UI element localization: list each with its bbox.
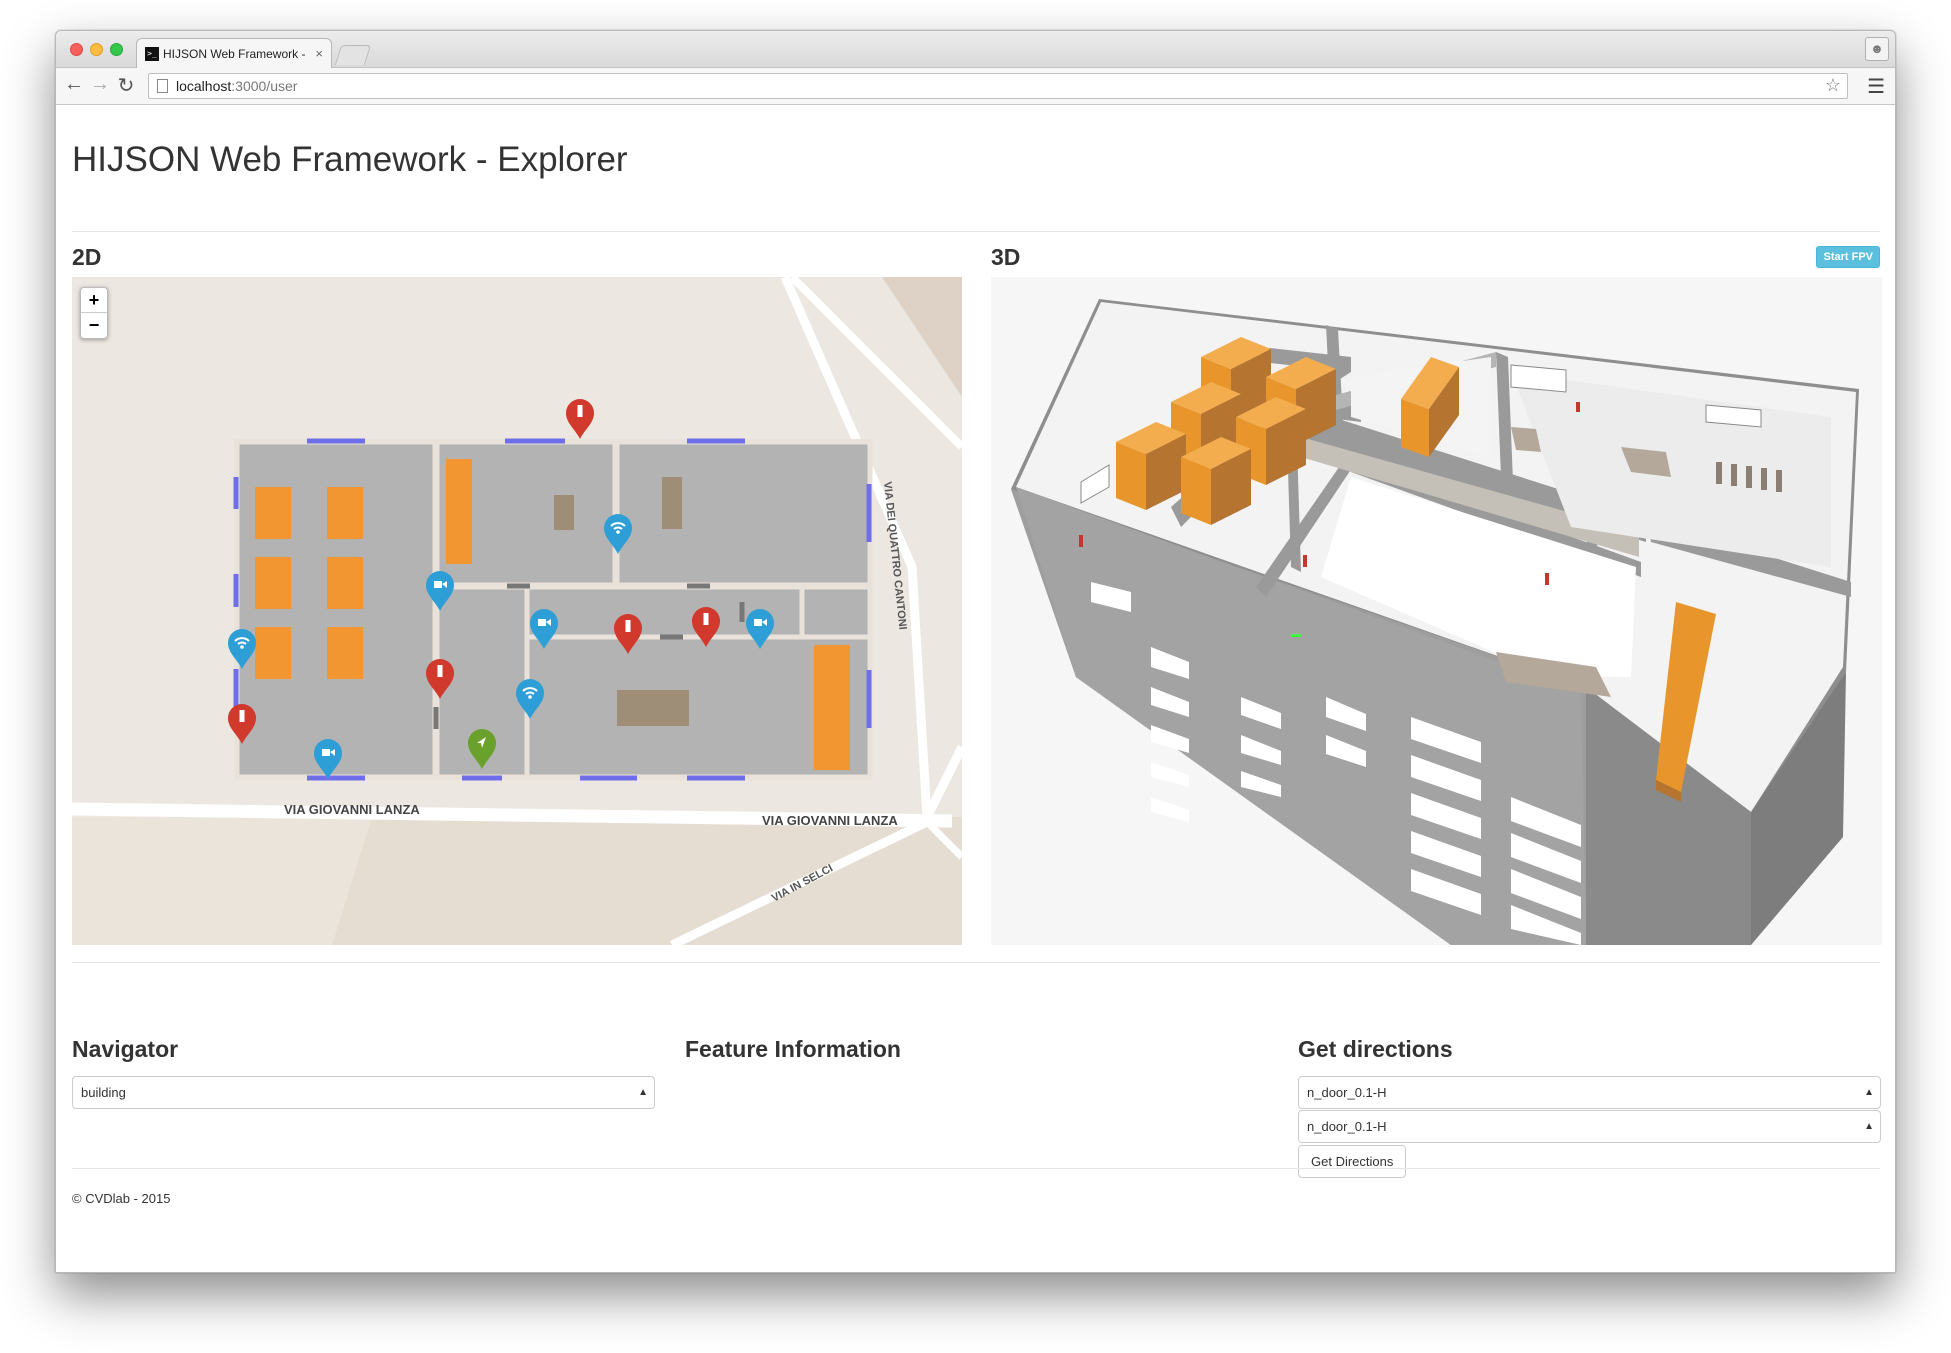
reload-icon[interactable]: ↻ bbox=[114, 73, 138, 98]
terminal-favicon-icon: >_ bbox=[145, 46, 159, 61]
user-position-3d bbox=[1291, 634, 1301, 637]
section-3d-heading: 3D bbox=[991, 244, 1021, 270]
hamburger-menu-icon[interactable]: ☰ bbox=[1867, 74, 1885, 99]
page-icon bbox=[157, 79, 168, 93]
footer-text: © CVDlab - 2015 bbox=[72, 1191, 171, 1206]
tab-title: HIJSON Web Framework - bbox=[163, 46, 306, 61]
close-window-button[interactable] bbox=[70, 43, 83, 56]
navigator-selected-value: building bbox=[81, 1085, 126, 1100]
minimize-window-button[interactable] bbox=[90, 43, 103, 56]
zoom-out-button[interactable]: − bbox=[81, 313, 107, 338]
feature-information-heading: Feature Information bbox=[685, 1036, 901, 1062]
bookmark-star-icon[interactable]: ☆ bbox=[1825, 75, 1841, 96]
get-directions-button[interactable]: Get Directions bbox=[1298, 1145, 1407, 1178]
back-arrow-icon[interactable]: ← bbox=[62, 73, 86, 96]
room[interactable] bbox=[614, 439, 873, 588]
view-3d-canvas[interactable] bbox=[991, 277, 1882, 945]
directions-from-value: n_door_0.1-H bbox=[1307, 1085, 1387, 1100]
divider bbox=[72, 231, 1880, 232]
directions-to-value: n_door_0.1-H bbox=[1307, 1119, 1387, 1134]
url-path: :3000/user bbox=[231, 78, 298, 94]
select-arrows-icon: ▲ bbox=[1864, 1087, 1874, 1098]
page-content: HIJSON Web Framework - Explorer 2D 3D St… bbox=[56, 106, 1895, 1272]
navigator-heading: Navigator bbox=[72, 1036, 179, 1062]
map-land-area bbox=[302, 817, 962, 945]
room[interactable] bbox=[799, 584, 873, 640]
address-bar[interactable]: localhost:3000/user ☆ bbox=[148, 73, 1848, 99]
map-zoom-control: + − bbox=[80, 287, 108, 339]
start-fpv-button[interactable]: Start FPV bbox=[1816, 246, 1880, 268]
select-arrows-icon: ▲ bbox=[1864, 1121, 1874, 1132]
map-land-area bbox=[792, 277, 962, 397]
get-directions-heading: Get directions bbox=[1298, 1036, 1453, 1062]
view-3d[interactable] bbox=[991, 277, 1882, 945]
select-arrows-icon: ▲ bbox=[638, 1087, 648, 1098]
tab-close-icon[interactable]: × bbox=[315, 46, 323, 61]
browser-tab[interactable]: >_ HIJSON Web Framework - × bbox=[136, 38, 332, 68]
browser-window: >_ HIJSON Web Framework - × ☻ ← → ↻ loca… bbox=[55, 30, 1896, 1273]
street-road bbox=[922, 744, 962, 820]
title-bar: >_ HIJSON Web Framework - × ☻ bbox=[56, 31, 1895, 68]
browser-toolbar: ← → ↻ localhost:3000/user ☆ ☰ bbox=[56, 68, 1895, 105]
map-2d-canvas[interactable]: VIA GIOVANNI LANZA VIA GIOVANNI LANZA VI… bbox=[72, 277, 962, 945]
street-label: VIA GIOVANNI LANZA bbox=[284, 802, 420, 817]
url-host: localhost bbox=[176, 78, 232, 94]
navigator-select[interactable]: building ▲ bbox=[72, 1076, 655, 1109]
fire-extinguisher-marker-icon[interactable] bbox=[566, 377, 594, 439]
section-2d-heading: 2D bbox=[72, 244, 102, 270]
forward-arrow-icon[interactable]: → bbox=[88, 73, 112, 96]
map-land-area bbox=[72, 817, 372, 945]
directions-from-select[interactable]: n_door_0.1-H ▲ bbox=[1298, 1076, 1881, 1109]
zoom-in-button[interactable]: + bbox=[81, 288, 107, 313]
new-tab-button[interactable] bbox=[334, 45, 372, 65]
divider bbox=[72, 1168, 1880, 1169]
street-label: VIA GIOVANNI LANZA bbox=[762, 813, 898, 828]
zoom-window-button[interactable] bbox=[110, 43, 123, 56]
divider bbox=[72, 962, 1880, 963]
page-title: HIJSON Web Framework - Explorer bbox=[72, 140, 628, 179]
directions-to-select[interactable]: n_door_0.1-H ▲ bbox=[1298, 1110, 1881, 1143]
profile-icon[interactable]: ☻ bbox=[1865, 37, 1889, 61]
map-2d[interactable]: VIA GIOVANNI LANZA VIA GIOVANNI LANZA VI… bbox=[72, 277, 962, 945]
